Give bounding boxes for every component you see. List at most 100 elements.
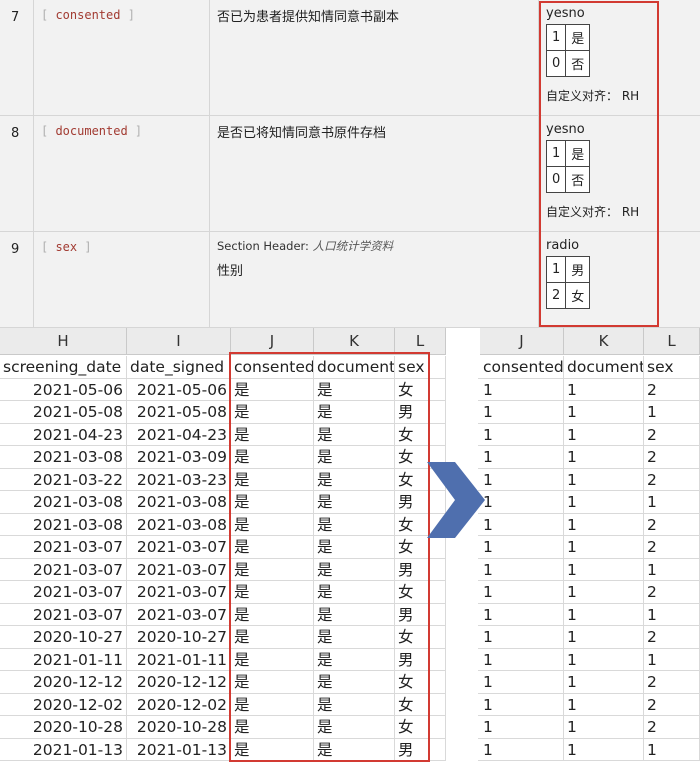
table-cell[interactable]: 1 bbox=[480, 513, 564, 535]
column-header-cell[interactable]: document bbox=[564, 356, 644, 378]
table-cell[interactable]: 2021-01-13 bbox=[127, 738, 231, 760]
table-cell[interactable]: 2020-12-12 bbox=[0, 671, 127, 693]
table-cell[interactable]: 1 bbox=[564, 693, 644, 715]
table-cell[interactable]: 2021-01-11 bbox=[0, 648, 127, 670]
table-cell[interactable]: 女 bbox=[395, 716, 446, 738]
table-cell[interactable]: 2021-01-11 bbox=[127, 648, 231, 670]
table-cell[interactable]: 是 bbox=[314, 648, 395, 670]
table-cell[interactable]: 2020-10-28 bbox=[127, 716, 231, 738]
table-cell[interactable]: 1 bbox=[564, 446, 644, 468]
table-cell[interactable]: 2 bbox=[644, 693, 700, 715]
table-cell[interactable]: 是 bbox=[314, 468, 395, 490]
table-cell[interactable]: 是 bbox=[231, 468, 314, 490]
table-cell[interactable]: 2021-03-08 bbox=[0, 491, 127, 513]
table-cell[interactable]: 2021-03-22 bbox=[0, 468, 127, 490]
table-cell[interactable]: 2021-05-08 bbox=[0, 401, 127, 423]
table-cell[interactable]: 是 bbox=[231, 446, 314, 468]
column-header-cell[interactable]: document bbox=[314, 356, 395, 378]
table-cell[interactable]: 是 bbox=[231, 716, 314, 738]
table-cell[interactable]: 是 bbox=[231, 378, 314, 400]
table-cell[interactable]: 是 bbox=[231, 558, 314, 580]
table-cell[interactable]: 2021-03-08 bbox=[127, 513, 231, 535]
table-cell[interactable]: 1 bbox=[480, 468, 564, 490]
table-cell[interactable]: 男 bbox=[395, 603, 446, 625]
table-cell[interactable]: 2 bbox=[644, 671, 700, 693]
table-cell[interactable]: 1 bbox=[644, 401, 700, 423]
table-cell[interactable]: 是 bbox=[314, 558, 395, 580]
table-cell[interactable]: 2021-04-23 bbox=[0, 423, 127, 445]
table-cell[interactable]: 是 bbox=[231, 401, 314, 423]
table-cell[interactable]: 是 bbox=[231, 513, 314, 535]
table-cell[interactable]: 是 bbox=[231, 423, 314, 445]
table-cell[interactable]: 1 bbox=[480, 423, 564, 445]
table-cell[interactable]: 男 bbox=[395, 648, 446, 670]
table-cell[interactable]: 1 bbox=[564, 468, 644, 490]
table-cell[interactable]: 女 bbox=[395, 581, 446, 603]
table-cell[interactable]: 1 bbox=[564, 423, 644, 445]
table-cell[interactable]: 女 bbox=[395, 693, 446, 715]
table-cell[interactable]: 是 bbox=[231, 581, 314, 603]
table-cell[interactable]: 女 bbox=[395, 671, 446, 693]
table-cell[interactable]: 2 bbox=[644, 468, 700, 490]
table-cell[interactable]: 是 bbox=[314, 671, 395, 693]
table-cell[interactable]: 是 bbox=[314, 491, 395, 513]
table-cell[interactable]: 男 bbox=[395, 401, 446, 423]
table-cell[interactable]: 1 bbox=[480, 558, 564, 580]
column-header-cell[interactable]: consented bbox=[231, 356, 314, 378]
table-cell[interactable]: 是 bbox=[314, 401, 395, 423]
table-cell[interactable]: 1 bbox=[480, 648, 564, 670]
table-cell[interactable]: 2020-10-27 bbox=[0, 626, 127, 648]
table-cell[interactable]: 2 bbox=[644, 423, 700, 445]
table-cell[interactable]: 是 bbox=[314, 581, 395, 603]
table-cell[interactable]: 2021-03-07 bbox=[0, 558, 127, 580]
table-cell[interactable]: 2021-03-08 bbox=[0, 446, 127, 468]
table-cell[interactable]: 2021-04-23 bbox=[127, 423, 231, 445]
column-header-cell[interactable]: screening_date bbox=[0, 356, 127, 378]
table-cell[interactable]: 1 bbox=[564, 648, 644, 670]
table-cell[interactable]: 1 bbox=[564, 603, 644, 625]
table-cell[interactable]: 1 bbox=[564, 401, 644, 423]
table-cell[interactable]: 2 bbox=[644, 446, 700, 468]
table-cell[interactable]: 1 bbox=[564, 716, 644, 738]
table-cell[interactable]: 是 bbox=[314, 738, 395, 760]
table-cell[interactable]: 是 bbox=[231, 626, 314, 648]
table-cell[interactable]: 1 bbox=[480, 626, 564, 648]
table-cell[interactable]: 2021-05-06 bbox=[127, 378, 231, 400]
table-cell[interactable]: 2020-12-02 bbox=[0, 693, 127, 715]
table-cell[interactable]: 1 bbox=[644, 648, 700, 670]
table-cell[interactable]: 男 bbox=[395, 558, 446, 580]
table-cell[interactable]: 是 bbox=[231, 491, 314, 513]
table-cell[interactable]: 女 bbox=[395, 423, 446, 445]
table-cell[interactable]: 是 bbox=[231, 648, 314, 670]
table-cell[interactable]: 是 bbox=[314, 603, 395, 625]
table-cell[interactable]: 2020-12-02 bbox=[127, 693, 231, 715]
table-cell[interactable]: 是 bbox=[231, 603, 314, 625]
table-cell[interactable]: 1 bbox=[480, 491, 564, 513]
column-letter-header[interactable]: I bbox=[127, 328, 231, 355]
table-cell[interactable]: 1 bbox=[564, 558, 644, 580]
table-cell[interactable]: 2021-01-13 bbox=[0, 738, 127, 760]
column-letter-header[interactable]: K bbox=[314, 328, 395, 355]
table-cell[interactable]: 2021-03-07 bbox=[0, 581, 127, 603]
table-cell[interactable]: 1 bbox=[480, 378, 564, 400]
table-cell[interactable]: 是 bbox=[231, 738, 314, 760]
table-cell[interactable]: 2 bbox=[644, 581, 700, 603]
table-cell[interactable]: 2 bbox=[644, 378, 700, 400]
table-cell[interactable]: 2021-03-23 bbox=[127, 468, 231, 490]
table-cell[interactable]: 2 bbox=[644, 513, 700, 535]
table-cell[interactable]: 2021-03-09 bbox=[127, 446, 231, 468]
table-cell[interactable]: 1 bbox=[644, 603, 700, 625]
table-cell[interactable]: 2020-10-28 bbox=[0, 716, 127, 738]
table-cell[interactable]: 1 bbox=[564, 671, 644, 693]
table-cell[interactable]: 1 bbox=[644, 738, 700, 760]
table-cell[interactable]: 2021-03-07 bbox=[127, 581, 231, 603]
table-cell[interactable]: 1 bbox=[480, 716, 564, 738]
table-cell[interactable]: 2021-03-07 bbox=[127, 536, 231, 558]
table-cell[interactable]: 2021-03-07 bbox=[127, 558, 231, 580]
table-cell[interactable]: 1 bbox=[480, 603, 564, 625]
table-cell[interactable]: 是 bbox=[314, 536, 395, 558]
table-cell[interactable]: 是 bbox=[314, 693, 395, 715]
table-cell[interactable]: 1 bbox=[644, 491, 700, 513]
table-cell[interactable]: 女 bbox=[395, 626, 446, 648]
column-letter-header[interactable]: H bbox=[0, 328, 127, 355]
